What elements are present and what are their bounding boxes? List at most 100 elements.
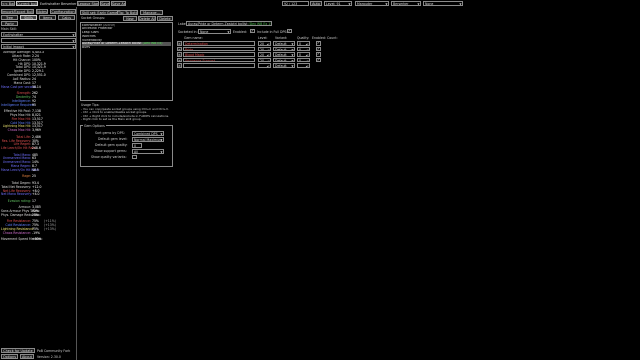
remove-gem-button[interactable]: × [177, 46, 182, 52]
party-button[interactable]: Party [1, 21, 18, 26]
socketed-in-dropdown[interactable]: None ▼ [198, 28, 231, 34]
chevron-down-icon: ▼ [291, 47, 294, 52]
gem-level: 20 [260, 53, 265, 57]
remove-gem-button[interactable]: × [177, 41, 182, 46]
group-label-input[interactable]: Auras/Pride or Determ Zealotri ballist (… [186, 21, 272, 26]
socket-group-list[interactable]: Earthshatter(Active) Ancestral Protector L… [80, 22, 173, 101]
new-group-button[interactable]: New [123, 16, 137, 21]
bandit-dropdown[interactable]: None ▼ [423, 1, 463, 6]
chevron-down-icon: ▼ [291, 53, 294, 57]
gem-level-input[interactable]: 20 ▴▾ [258, 52, 271, 57]
gem-enabled-checkbox[interactable]: ✓ [316, 41, 321, 46]
current-build-button[interactable]: Current build [16, 1, 38, 6]
enabled-checkbox[interactable]: ✓ [250, 28, 255, 33]
group-label-suffix: (Dex WB Ex 1) [248, 22, 272, 26]
gem-name-input[interactable]: Arrogance Support [183, 57, 255, 63]
tip-to-bottom-button[interactable]: Tip: To Bottom [117, 10, 138, 15]
gem-quality-input[interactable]: 0 ▴▾ [297, 57, 310, 63]
chevron-down-icon: ▼ [291, 42, 294, 46]
sort-gems-dropdown[interactable]: Combined DPS ▼ [132, 130, 164, 136]
save-button[interactable]: Save [100, 1, 110, 6]
remove-gem-button[interactable]: × [177, 63, 182, 68]
gem-variant-dropdown[interactable]: Default ▼ [273, 41, 295, 46]
level-dropdown[interactable]: Level: 91 ▼ [324, 1, 352, 6]
stat-value: -19% [32, 230, 40, 235]
community-fork-label: PoB Community Fork [37, 348, 71, 353]
gem-quality-input[interactable]: ▴▾ [297, 63, 310, 68]
include-full-dps-checkbox[interactable]: ✓ [287, 28, 292, 33]
tab-calcs[interactable]: Calcs [58, 15, 75, 20]
configuration-button[interactable]: Configuration [50, 9, 76, 14]
chevron-down-icon: ▼ [291, 58, 294, 63]
auto-level-button[interactable]: Auto [310, 1, 322, 6]
import-export-button[interactable]: Import/Export Build [1, 9, 34, 14]
gem-name-input[interactable]: Blood Magic [183, 52, 255, 57]
remove-gem-button[interactable]: × [177, 52, 182, 57]
gem-variant-dropdown[interactable]: Default ▼ [273, 57, 295, 63]
class-dropdown[interactable]: Berserker ▼ [391, 1, 421, 6]
stat-value: 23% [32, 212, 39, 217]
gem-row: × Pride 20 ▴▾ Default ▼ 0 ▴▾ ✓ [176, 46, 341, 52]
stepper-icon: ▴▾ [266, 64, 270, 68]
stat-value: 17 [32, 198, 36, 203]
stepper-icon: ▴▾ [266, 53, 270, 57]
gem-name-input[interactable]: Pride [183, 46, 255, 52]
gem-name-input[interactable]: Determination [183, 41, 255, 46]
gem-quality-input[interactable]: 0 ▴▾ [297, 46, 310, 52]
delete-all-button[interactable]: Delete All [138, 16, 156, 21]
notes-button[interactable]: Notes [36, 9, 48, 14]
options-button[interactable]: Options [1, 354, 18, 359]
gem-enabled-checkbox[interactable]: ✓ [316, 46, 321, 52]
gem-quality: 0 [299, 42, 302, 46]
stat-label: Mana Cost per second: [1, 84, 37, 89]
gem-variant: Default [275, 47, 287, 52]
back-button[interactable]: << Back [1, 1, 15, 6]
gem-level-input[interactable]: 20 ▴▾ [258, 46, 271, 52]
stat-label: Evasion rating: [7, 198, 31, 203]
socket-group-suffix: (Active) [102, 23, 116, 27]
gem-level-input[interactable]: 20 ▴▾ [258, 57, 271, 63]
build-name: Earthshatter Berserker [40, 1, 77, 6]
gem-variant: Default [275, 42, 287, 46]
gem-variant-dropdown[interactable]: Default ▼ [273, 46, 295, 52]
show-quality-variants-checkbox[interactable] [132, 154, 137, 159]
gem-quality-input[interactable]: 0 ▴▾ [297, 52, 310, 57]
remove-gem-button[interactable]: × [177, 57, 182, 63]
gem-variant: Default [275, 53, 287, 57]
col-gem-name: Gem name: [184, 36, 203, 40]
gem-variant-dropdown[interactable]: Default ▼ [273, 52, 295, 57]
gem-enabled-checkbox[interactable]: ✓ [316, 57, 321, 63]
stat-value: 3,969 [32, 128, 41, 133]
show-support-gems-value: All [134, 149, 138, 154]
about-button[interactable]: About [20, 354, 34, 359]
default-gem-level-dropdown[interactable]: Normal Maximum ▼ [132, 136, 164, 142]
show-support-gems-dropdown[interactable]: All ▼ [132, 148, 164, 154]
gem-level-input[interactable]: ▴▾ [258, 63, 271, 68]
main-skill-part-dropdown[interactable]: ▼ [1, 38, 76, 43]
skill-stage-dropdown[interactable]: Initial Impact ▼ [1, 44, 76, 49]
tab-tree[interactable]: Tree [1, 15, 18, 20]
tab-skills[interactable]: Skills [20, 15, 37, 20]
manage-skill-sets-button[interactable]: Manage... [140, 10, 163, 15]
gem-variant-dropdown[interactable]: Default ▼ [273, 63, 295, 68]
gem-quality-input[interactable]: 0 ▴▾ [297, 41, 310, 46]
tab-items[interactable]: Items [39, 15, 56, 20]
gem-variant: Default [275, 64, 287, 68]
socket-group-label: Warcries [82, 34, 96, 38]
delete-button[interactable]: Delete [157, 16, 173, 21]
main-skill-dropdown[interactable]: Earthshatter ▼ [1, 32, 76, 37]
ascendancy-dropdown[interactable]: Marauder ▼ [355, 1, 389, 6]
chevron-down-icon: ▼ [385, 2, 388, 6]
socket-group-item[interactable]: Buffs [82, 46, 171, 50]
socket-group-item[interactable]: Auras/Pride or Determ Zealotri ballist(D… [82, 42, 171, 47]
top-bar: << Back Current build Earthshatter Berse… [0, 0, 640, 7]
stepper-icon: ▴▾ [305, 58, 309, 63]
gem-name-input[interactable] [183, 63, 255, 68]
default-gem-quality-input[interactable]: 0 [132, 142, 142, 148]
gem-level-input[interactable]: 20 ▴▾ [258, 41, 271, 46]
check-update-button[interactable]: Check for Update [1, 348, 35, 353]
league-starter-button[interactable]: League Starter [77, 1, 99, 6]
stat-value: 248.6 [32, 146, 41, 151]
save-as-button[interactable]: Save As [111, 1, 126, 6]
gem-enabled-checkbox[interactable]: ✓ [316, 52, 321, 57]
